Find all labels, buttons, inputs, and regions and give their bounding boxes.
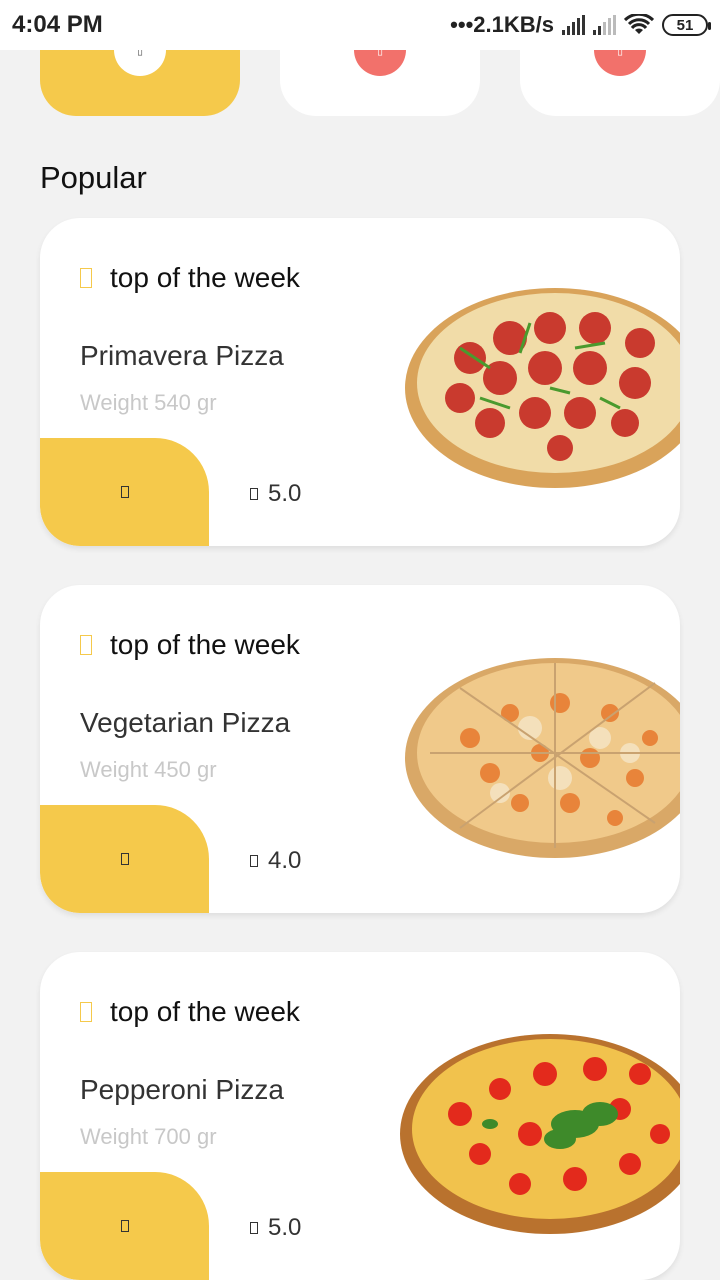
pizza-weight: Weight 700 gr — [80, 1124, 217, 1149]
wifi-icon — [624, 14, 654, 34]
pizza-card[interactable]: top of the week Pepperoni Pizza Weight 7… — [40, 952, 680, 1280]
card-tag: top of the week — [80, 629, 300, 661]
pizza-image — [400, 1034, 680, 1234]
star-icon — [250, 488, 258, 500]
add-to-cart-button[interactable] — [40, 1172, 209, 1280]
rating: 5.0 — [250, 480, 301, 508]
section-title: Popular — [40, 160, 147, 195]
star-icon — [250, 1222, 258, 1234]
card-tag: top of the week — [80, 996, 300, 1028]
signal-icon-secondary — [593, 15, 616, 35]
pizza-image — [405, 288, 680, 488]
crown-icon — [80, 268, 92, 288]
crown-icon — [80, 1002, 92, 1022]
pizza-card[interactable]: top of the week Primavera Pizza Weight 5… — [40, 218, 680, 546]
pizza-card[interactable]: top of the week Vegetarian Pizza Weight … — [40, 585, 680, 913]
rating: 4.0 — [250, 847, 301, 875]
status-bar: 4:04 PM •••2.1KB/s 51 — [0, 0, 720, 50]
add-icon — [120, 853, 129, 865]
status-icons: •••2.1KB/s 51 — [450, 12, 711, 38]
add-to-cart-button[interactable] — [40, 805, 209, 913]
pizza-weight: Weight 540 gr — [80, 390, 217, 415]
network-speed: •••2.1KB/s — [450, 12, 554, 37]
star-icon — [250, 855, 258, 867]
add-icon — [120, 486, 129, 498]
rating: 5.0 — [250, 1214, 301, 1242]
status-time: 4:04 PM — [12, 11, 103, 38]
pizza-title: Primavera Pizza — [80, 340, 284, 371]
battery-icon: 51 — [662, 14, 711, 36]
add-to-cart-button[interactable] — [40, 438, 209, 546]
pizza-image — [405, 658, 680, 858]
add-icon — [120, 1220, 129, 1232]
crown-icon — [80, 635, 92, 655]
pizza-title: Vegetarian Pizza — [80, 707, 291, 738]
card-tag: top of the week — [80, 262, 300, 294]
pizza-title: Pepperoni Pizza — [80, 1074, 284, 1105]
signal-icon — [562, 15, 585, 35]
pizza-weight: Weight 450 gr — [80, 757, 217, 782]
